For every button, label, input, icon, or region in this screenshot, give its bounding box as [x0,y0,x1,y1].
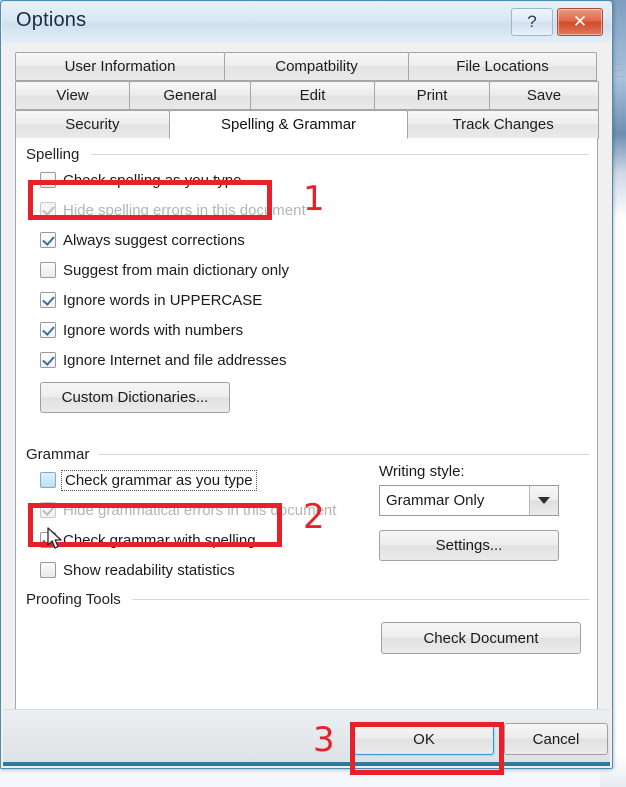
label-hide-spelling-errors: Hide spelling errors in this document [63,201,306,219]
label-ignore-words-in-uppercase: Ignore words in UPPERCASE [63,291,263,309]
checkbox-row-ignore-words-with-numbers[interactable]: Ignore words with numbers [40,319,243,341]
close-icon[interactable]: ✕ [557,8,603,36]
annotation-number-3: 3 [313,720,335,760]
dialog-footer: OK Cancel [3,709,610,766]
spelling-and-grammar-panel: Spelling Check spelling as you type Hide… [15,138,598,750]
chevron-down-icon[interactable] [529,486,558,515]
writing-style-value: Grammar Only [386,492,485,509]
checkbox-hide-spelling-errors [40,202,56,218]
tab-print[interactable]: Print [374,81,490,110]
checkbox-row-check-spelling-as-you-type[interactable]: Check spelling as you type [40,169,241,191]
tab-security[interactable]: Security [15,110,170,139]
settings-button[interactable]: Settings... [379,530,559,561]
checkbox-suggest-from-main-dictionary-only[interactable] [40,262,56,278]
checkbox-row-hide-grammatical-errors: Hide grammatical errors in this document [40,499,336,521]
tab-row-3: Security Spelling & Grammar Track Change… [15,110,599,139]
tab-row-1: User Information Compatbility File Locat… [15,52,598,81]
custom-dictionaries-button[interactable]: Custom Dictionaries... [40,382,230,413]
tab-general[interactable]: General [129,81,251,110]
label-ignore-internet-and-file-addresses: Ignore Internet and file addresses [63,351,287,369]
annotation-number-2: 2 [303,497,325,537]
tab-strip: User Information Compatbility File Locat… [15,52,599,139]
grammar-group-label: Grammar [26,446,90,463]
checkbox-ignore-words-with-numbers[interactable] [40,322,56,338]
checkbox-row-check-grammar-as-you-type[interactable]: Check grammar as you type [40,469,257,491]
help-icon[interactable]: ? [511,8,553,36]
grammar-group-separator [98,454,589,455]
ok-button[interactable]: OK [354,723,494,755]
writing-style-label: Writing style: [379,463,465,480]
checkbox-row-always-suggest-corrections[interactable]: Always suggest corrections [40,229,245,251]
proofing-tools-separator [132,599,589,600]
checkbox-check-grammar-with-spelling[interactable] [40,532,56,548]
title-bar[interactable]: Options ? ✕ [2,2,611,43]
spelling-group-separator [91,154,589,155]
tab-view[interactable]: View [15,81,130,110]
checkbox-row-suggest-from-main-dictionary-only[interactable]: Suggest from main dictionary only [40,259,289,281]
checkbox-always-suggest-corrections[interactable] [40,232,56,248]
checkbox-row-show-readability-statistics[interactable]: Show readability statistics [40,559,235,581]
tab-edit[interactable]: Edit [250,81,375,110]
tab-track-changes[interactable]: Track Changes [407,110,599,139]
checkbox-show-readability-statistics[interactable] [40,562,56,578]
label-always-suggest-corrections: Always suggest corrections [63,231,245,249]
tab-save[interactable]: Save [489,81,599,110]
dialog-client-area: User Information Compatbility File Locat… [2,43,611,767]
label-hide-grammatical-errors: Hide grammatical errors in this document [63,501,337,519]
checkbox-hide-grammatical-errors [40,502,56,518]
spelling-group-label: Spelling [26,146,80,163]
options-dialog: Options ? ✕ User Information Compatbilit… [0,0,613,769]
proofing-tools-group-label: Proofing Tools [26,591,121,608]
tab-user-information[interactable]: User Information [15,52,225,81]
tab-spelling-and-grammar[interactable]: Spelling & Grammar [168,110,409,139]
checkbox-row-hide-spelling-errors: Hide spelling errors in this document [40,199,306,221]
check-document-button[interactable]: Check Document [381,622,581,654]
annotation-number-1: 1 [303,179,325,219]
checkbox-row-check-grammar-with-spelling[interactable]: Check grammar with spelling [40,529,256,551]
checkbox-check-spelling-as-you-type[interactable] [40,172,56,188]
checkbox-row-ignore-words-in-uppercase[interactable]: Ignore words in UPPERCASE [40,289,262,311]
label-check-spelling-as-you-type: Check spelling as you type [63,171,242,189]
tab-compatibility[interactable]: Compatbility [224,52,409,81]
label-ignore-words-with-numbers: Ignore words with numbers [63,321,244,339]
checkbox-ignore-words-in-uppercase[interactable] [40,292,56,308]
label-check-grammar-as-you-type: Check grammar as you type [61,469,257,491]
window-bottom-accent [3,762,610,766]
label-show-readability-statistics: Show readability statistics [63,561,235,579]
label-check-grammar-with-spelling: Check grammar with spelling [63,531,256,549]
tab-file-locations[interactable]: File Locations [408,52,597,81]
cancel-button[interactable]: Cancel [504,723,608,755]
tab-row-2: View General Edit Print Save [15,81,599,110]
checkbox-ignore-internet-and-file-addresses[interactable] [40,352,56,368]
checkbox-row-ignore-internet-and-file-addresses[interactable]: Ignore Internet and file addresses [40,349,286,371]
window-title: Options [16,9,87,31]
label-suggest-from-main-dictionary-only: Suggest from main dictionary only [63,261,289,279]
writing-style-select[interactable]: Grammar Only [379,485,559,516]
checkbox-check-grammar-as-you-type[interactable] [40,472,56,488]
